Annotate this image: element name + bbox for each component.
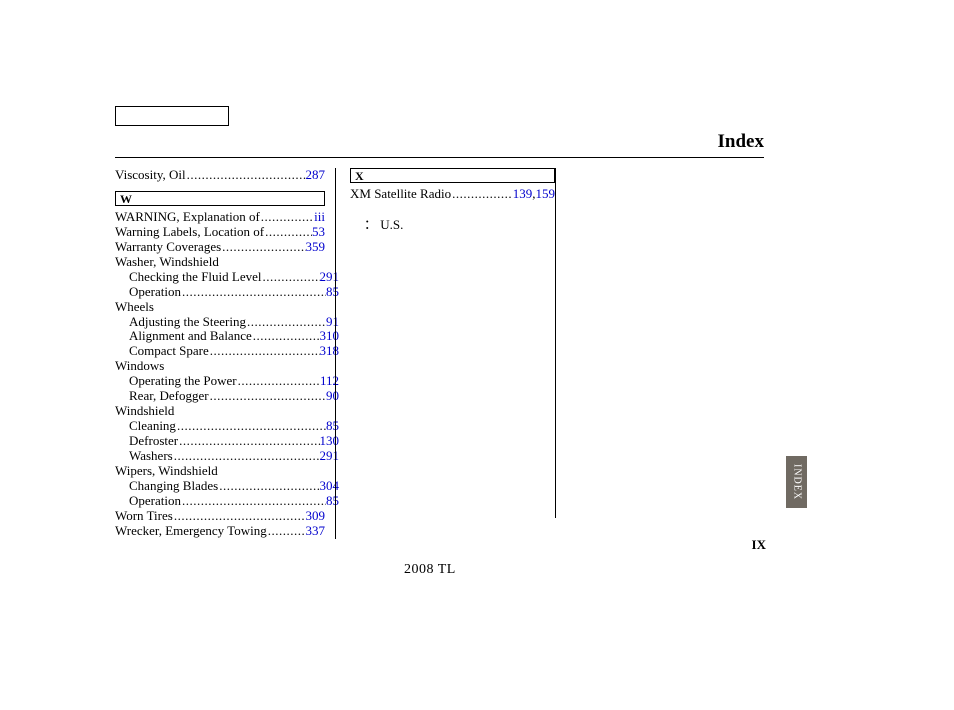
- page-ref[interactable]: 139: [513, 187, 533, 202]
- entry-windshield-clean: Cleaning 85: [115, 419, 339, 434]
- xm-note: ： U.S.: [350, 218, 555, 233]
- entry-label: Viscosity, Oil: [115, 168, 186, 183]
- leader-dots: [267, 524, 306, 539]
- section-letter-w: W: [115, 191, 325, 206]
- entry-wheels-align: Alignment and Balance 310: [115, 329, 339, 344]
- entry-label: Washers: [129, 449, 173, 464]
- leader-dots: [173, 509, 306, 524]
- entry-wipers-blades: Changing Blades 304: [115, 479, 339, 494]
- leader-dots: [237, 374, 320, 389]
- entry-label: Washer, Windshield: [115, 255, 219, 270]
- section-letter-x: X: [350, 168, 555, 183]
- entry-wheels: Wheels: [115, 300, 325, 315]
- entry-washer-operation: Operation 85: [115, 285, 339, 300]
- entry-wipers-operation: Operation 85: [115, 494, 339, 509]
- leader-dots: [181, 494, 326, 509]
- page-number-roman: IX: [752, 538, 766, 553]
- entry-label: Windshield: [115, 404, 174, 419]
- page-ref[interactable]: 337: [306, 524, 326, 539]
- entry-label: Defroster: [129, 434, 178, 449]
- entry-windshield: Windshield: [115, 404, 325, 419]
- column-left: Viscosity, Oil 287 W WARNING, Explanatio…: [115, 168, 335, 539]
- entry-washer-windshield: Washer, Windshield: [115, 255, 325, 270]
- leader-dots: [252, 329, 320, 344]
- leader-dots: [260, 210, 314, 225]
- leader-dots: [262, 270, 320, 285]
- leader-dots: [209, 389, 326, 404]
- entry-windows-power: Operating the Power 112: [115, 374, 339, 389]
- leader-dots: [186, 168, 306, 183]
- entry-label: Wrecker, Emergency Towing: [115, 524, 267, 539]
- index-columns: Viscosity, Oil 287 W WARNING, Explanatio…: [115, 168, 555, 539]
- entry-worn-tires: Worn Tires 309: [115, 509, 325, 524]
- entry-label: WARNING, Explanation of: [115, 210, 260, 225]
- top-left-box: [115, 106, 229, 126]
- index-title: Index: [115, 131, 764, 158]
- entry-label: Warning Labels, Location of: [115, 225, 264, 240]
- leader-dots: [246, 315, 326, 330]
- entry-label: Windows: [115, 359, 164, 374]
- column-right: X XM Satellite Radio 139, 159 ： U.S.: [335, 168, 555, 539]
- entry-warning-labels: Warning Labels, Location of 53: [115, 225, 325, 240]
- page-ref[interactable]: 159: [536, 187, 556, 202]
- page-ref[interactable]: 287: [306, 168, 326, 183]
- footer-model: 2008 TL: [404, 562, 456, 578]
- entry-label: Cleaning: [129, 419, 176, 434]
- leader-dots: [181, 285, 326, 300]
- leader-dots: [264, 225, 312, 240]
- page-ref[interactable]: 309: [306, 509, 326, 524]
- entry-windows: Windows: [115, 359, 325, 374]
- entry-label: Operation: [129, 285, 181, 300]
- leader-dots: [451, 187, 513, 202]
- side-tab-index: INDEX: [786, 456, 807, 508]
- leader-dots: [218, 479, 319, 494]
- entry-label: Wipers, Windshield: [115, 464, 218, 479]
- leader-dots: [209, 344, 320, 359]
- entry-washer-check: Checking the Fluid Level 291: [115, 270, 339, 285]
- note-body: U.S.: [380, 217, 403, 232]
- entry-wheels-adjust: Adjusting the Steering 91: [115, 315, 339, 330]
- entry-windshield-wash: Washers 291: [115, 449, 339, 464]
- entry-wheels-spare: Compact Spare 318: [115, 344, 339, 359]
- leader-dots: [173, 449, 320, 464]
- entry-windows-defog: Rear, Defogger 90: [115, 389, 339, 404]
- entry-label: Worn Tires: [115, 509, 173, 524]
- entry-viscosity-oil: Viscosity, Oil 287: [115, 168, 325, 183]
- entry-wrecker: Wrecker, Emergency Towing 337: [115, 524, 325, 539]
- entry-label: Changing Blades: [129, 479, 218, 494]
- entry-label: Alignment and Balance: [129, 329, 252, 344]
- entry-label: Wheels: [115, 300, 154, 315]
- entry-label: XM Satellite Radio: [350, 187, 451, 202]
- entry-xm-radio: XM Satellite Radio 139, 159: [350, 187, 555, 202]
- entry-warranty: Warranty Coverages 359: [115, 240, 325, 255]
- page-ref[interactable]: iii: [314, 210, 325, 225]
- entry-label: Operation: [129, 494, 181, 509]
- entry-wipers: Wipers, Windshield: [115, 464, 325, 479]
- page-ref[interactable]: 53: [312, 225, 325, 240]
- entry-label: Adjusting the Steering: [129, 315, 246, 330]
- page: Index Viscosity, Oil 287 W WARNING, Expl…: [0, 0, 954, 710]
- leader-dots: [221, 240, 305, 255]
- entry-label: Operating the Power: [129, 374, 237, 389]
- entry-windshield-defrost: Defroster 130: [115, 434, 339, 449]
- page-ref[interactable]: 359: [306, 240, 326, 255]
- entry-warning-explanation: WARNING, Explanation of iii: [115, 210, 325, 225]
- leader-dots: [178, 434, 319, 449]
- leader-dots: [176, 419, 326, 434]
- entry-label: Compact Spare: [129, 344, 209, 359]
- entry-label: Checking the Fluid Level: [129, 270, 262, 285]
- entry-label: Warranty Coverages: [115, 240, 221, 255]
- entry-label: Rear, Defogger: [129, 389, 209, 404]
- right-column-divider: [555, 168, 556, 518]
- note-marker: ：: [364, 217, 377, 232]
